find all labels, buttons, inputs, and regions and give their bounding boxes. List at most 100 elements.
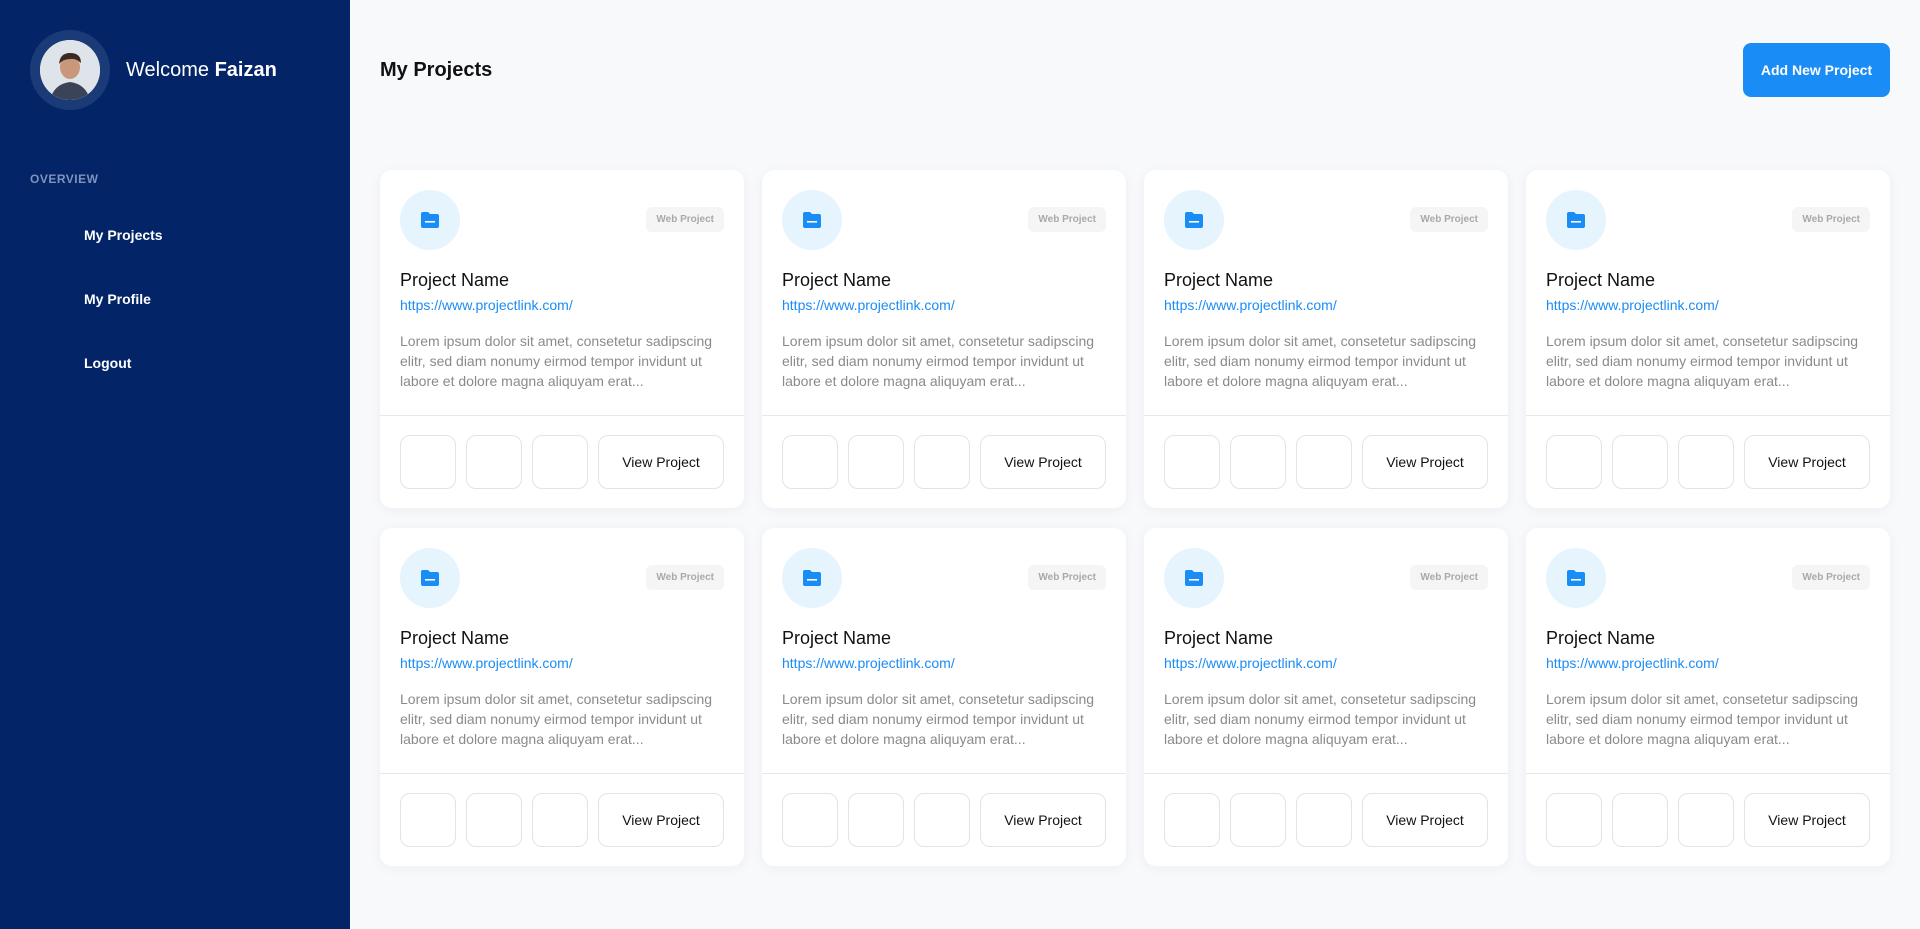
action-slot-button[interactable] <box>400 435 456 489</box>
project-card: Web Project Project Name https://www.pro… <box>1526 528 1890 866</box>
folder-icon <box>782 190 842 250</box>
project-description: Lorem ipsum dolor sit amet, consetetur s… <box>1164 333 1477 389</box>
add-new-project-button[interactable]: Add New Project <box>1743 43 1890 97</box>
folder-icon <box>1164 190 1224 250</box>
action-slot-button[interactable] <box>1546 435 1602 489</box>
action-slot-button[interactable] <box>782 793 838 847</box>
action-slot-button[interactable] <box>532 435 588 489</box>
project-link[interactable]: https://www.projectlink.com/ <box>1164 297 1488 313</box>
project-description: Lorem ipsum dolor sit amet, consetetur s… <box>1546 333 1859 389</box>
project-card: Web Project Project Name https://www.pro… <box>380 170 744 508</box>
folder-icon <box>1164 548 1224 608</box>
action-slot-button[interactable] <box>914 793 970 847</box>
project-type-badge: Web Project <box>1792 207 1870 232</box>
action-slot-button[interactable] <box>1678 793 1734 847</box>
project-type-badge: Web Project <box>1410 565 1488 590</box>
view-project-button[interactable]: View Project <box>598 793 724 847</box>
project-name: Project Name <box>1164 270 1274 290</box>
project-name: Project Name <box>400 628 510 648</box>
view-project-button[interactable]: View Project <box>1362 793 1488 847</box>
project-name: Project Name <box>782 628 892 648</box>
card-actions: View Project <box>380 773 744 866</box>
project-name: Project Name <box>1546 270 1656 290</box>
action-slot-button[interactable] <box>1546 793 1602 847</box>
project-description: Lorem ipsum dolor sit amet, consetetur s… <box>1164 691 1477 747</box>
project-link[interactable]: https://www.projectlink.com/ <box>400 655 724 671</box>
card-actions: View Project <box>1526 773 1890 866</box>
project-card: Web Project Project Name https://www.pro… <box>1144 528 1508 866</box>
project-description: Lorem ipsum dolor sit amet, consetetur s… <box>400 333 713 389</box>
project-card: Web Project Project Name https://www.pro… <box>1144 170 1508 508</box>
project-type-badge: Web Project <box>1410 207 1488 232</box>
project-name: Project Name <box>1546 628 1656 648</box>
project-description: Lorem ipsum dolor sit amet, consetetur s… <box>1546 691 1859 747</box>
folder-icon <box>400 190 460 250</box>
sidebar-nav: My Projects My Profile Logout <box>84 226 163 418</box>
main-content: My Projects Add New Project Web Project … <box>350 0 1920 929</box>
project-card: Web Project Project Name https://www.pro… <box>380 528 744 866</box>
project-name: Project Name <box>782 270 892 290</box>
card-actions: View Project <box>380 415 744 508</box>
project-description: Lorem ipsum dolor sit amet, consetetur s… <box>400 691 713 747</box>
project-link[interactable]: https://www.projectlink.com/ <box>782 655 1106 671</box>
action-slot-button[interactable] <box>532 793 588 847</box>
view-project-button[interactable]: View Project <box>980 793 1106 847</box>
folder-icon <box>1546 190 1606 250</box>
action-slot-button[interactable] <box>1678 435 1734 489</box>
action-slot-button[interactable] <box>1612 435 1668 489</box>
welcome-prefix: Welcome <box>126 58 209 81</box>
sidebar-item-my-profile[interactable]: My Profile <box>84 290 163 354</box>
action-slot-button[interactable] <box>466 435 522 489</box>
view-project-button[interactable]: View Project <box>1744 793 1870 847</box>
action-slot-button[interactable] <box>1230 435 1286 489</box>
user-name: Faizan <box>214 58 277 81</box>
project-link[interactable]: https://www.projectlink.com/ <box>400 297 724 313</box>
action-slot-button[interactable] <box>466 793 522 847</box>
view-project-button[interactable]: View Project <box>1362 435 1488 489</box>
action-slot-button[interactable] <box>1296 793 1352 847</box>
action-slot-button[interactable] <box>914 435 970 489</box>
view-project-button[interactable]: View Project <box>598 435 724 489</box>
project-description: Lorem ipsum dolor sit amet, consetetur s… <box>782 333 1095 389</box>
project-name: Project Name <box>400 270 510 290</box>
project-name: Project Name <box>1164 628 1274 648</box>
project-type-badge: Web Project <box>1028 207 1106 232</box>
card-actions: View Project <box>1144 415 1508 508</box>
action-slot-button[interactable] <box>1230 793 1286 847</box>
project-card: Web Project Project Name https://www.pro… <box>1526 170 1890 508</box>
project-link[interactable]: https://www.projectlink.com/ <box>1546 297 1870 313</box>
project-link[interactable]: https://www.projectlink.com/ <box>1164 655 1488 671</box>
project-type-badge: Web Project <box>1028 565 1106 590</box>
avatar[interactable] <box>30 30 110 110</box>
project-link[interactable]: https://www.projectlink.com/ <box>1546 655 1870 671</box>
card-actions: View Project <box>1144 773 1508 866</box>
profile-header: Welcome Faizan <box>30 30 277 110</box>
project-card: Web Project Project Name https://www.pro… <box>762 528 1126 866</box>
action-slot-button[interactable] <box>1164 435 1220 489</box>
folder-icon <box>1546 548 1606 608</box>
sidebar-item-my-projects[interactable]: My Projects <box>84 226 163 290</box>
project-type-badge: Web Project <box>1792 565 1870 590</box>
action-slot-button[interactable] <box>848 435 904 489</box>
folder-icon <box>782 548 842 608</box>
action-slot-button[interactable] <box>1164 793 1220 847</box>
welcome-text: Welcome Faizan <box>126 59 277 82</box>
folder-icon <box>400 548 460 608</box>
view-project-button[interactable]: View Project <box>1744 435 1870 489</box>
action-slot-button[interactable] <box>400 793 456 847</box>
section-label-overview: OVERVIEW <box>30 172 99 186</box>
sidebar: Welcome Faizan OVERVIEW My Projects My P… <box>0 0 350 929</box>
action-slot-button[interactable] <box>1296 435 1352 489</box>
action-slot-button[interactable] <box>1612 793 1668 847</box>
project-link[interactable]: https://www.projectlink.com/ <box>782 297 1106 313</box>
card-actions: View Project <box>762 415 1126 508</box>
project-card: Web Project Project Name https://www.pro… <box>762 170 1126 508</box>
project-description: Lorem ipsum dolor sit amet, consetetur s… <box>782 691 1095 747</box>
view-project-button[interactable]: View Project <box>980 435 1106 489</box>
projects-grid: Web Project Project Name https://www.pro… <box>380 170 1890 866</box>
action-slot-button[interactable] <box>782 435 838 489</box>
card-actions: View Project <box>762 773 1126 866</box>
page-title: My Projects <box>380 59 493 81</box>
action-slot-button[interactable] <box>848 793 904 847</box>
sidebar-item-logout[interactable]: Logout <box>84 354 163 418</box>
